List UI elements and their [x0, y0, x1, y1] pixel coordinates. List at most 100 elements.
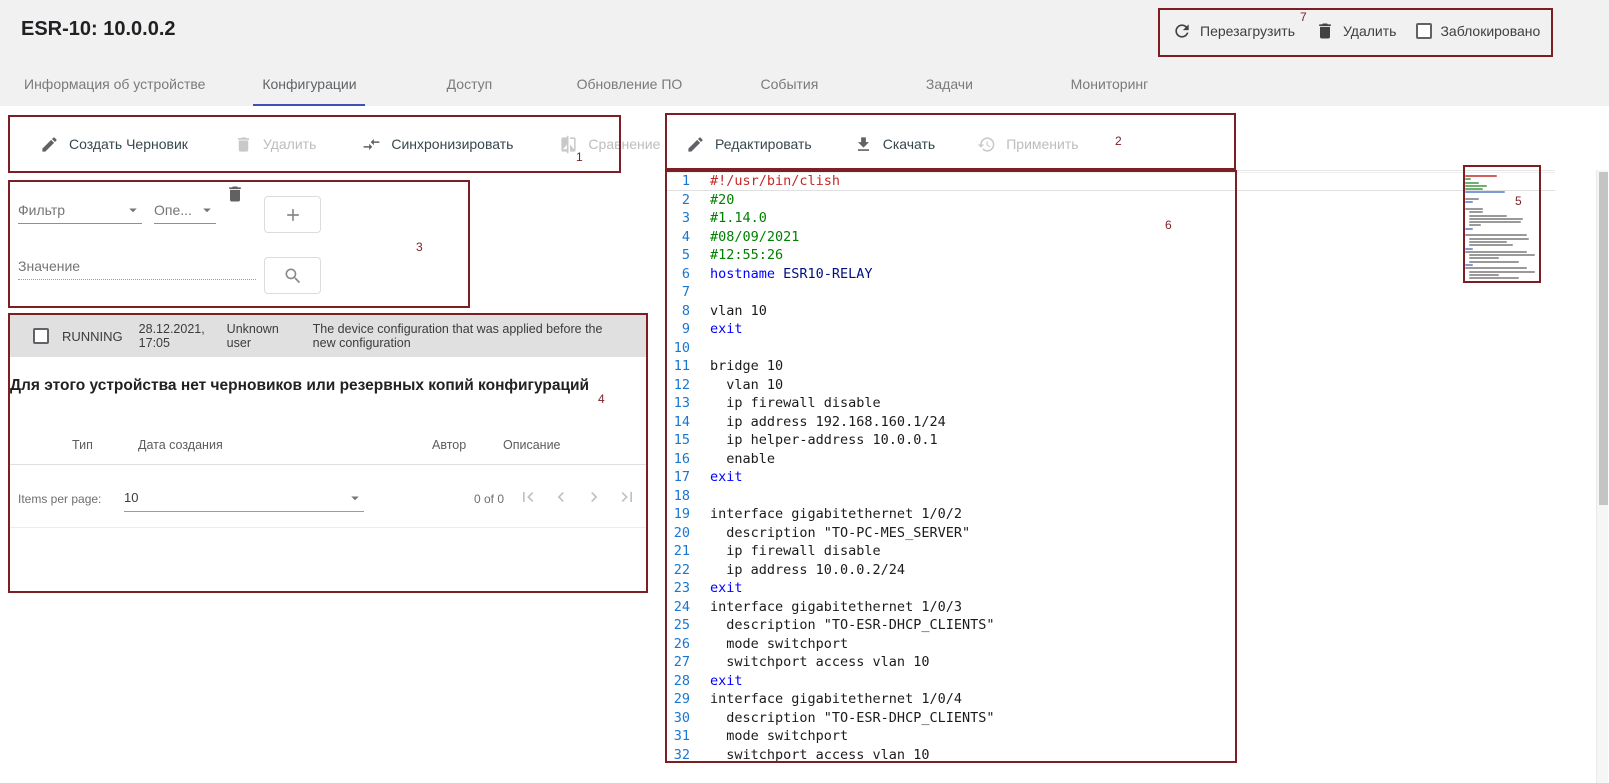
page-range-label: 0 of 0	[474, 492, 504, 506]
edit-config-label: Редактировать	[715, 136, 812, 152]
code-line-text: description "TO-ESR-DHCP_CLIENTS"	[710, 709, 994, 728]
minimap-line	[1469, 221, 1521, 223]
config-editor[interactable]: 1#!/usr/bin/clish2#203#1.14.04#08/09/202…	[666, 172, 1555, 783]
filter-field-label: Фильтр	[18, 202, 65, 218]
line-number: 22	[666, 561, 690, 580]
code-line-text: switchport access vlan 10	[710, 746, 929, 765]
code-line-text: enable	[710, 450, 775, 469]
clear-filter-button[interactable]	[224, 184, 246, 206]
column-header-type: Тип	[72, 438, 93, 452]
delete-config-button[interactable]: Удалить	[234, 135, 316, 154]
editor-scrollbar[interactable]	[1596, 170, 1608, 783]
line-number: 27	[666, 653, 690, 672]
row-checkbox[interactable]	[33, 328, 49, 344]
line-number: 31	[666, 727, 690, 746]
trash-icon	[234, 135, 253, 154]
filter-operator-select[interactable]: Опе...	[154, 196, 216, 224]
code-line: 2#20	[666, 191, 1555, 210]
code-line: 22 ip address 10.0.0.2/24	[666, 561, 1555, 580]
next-page-button[interactable]	[584, 487, 604, 507]
config-type: RUNNING	[62, 329, 123, 344]
line-number: 13	[666, 394, 690, 413]
previous-page-button[interactable]	[551, 487, 571, 507]
code-line: 5#12:55:26	[666, 246, 1555, 265]
code-line: 8vlan 10	[666, 302, 1555, 321]
search-icon	[283, 266, 303, 286]
first-page-button[interactable]	[518, 487, 538, 507]
code-line: 20 description "TO-PC-MES_SERVER"	[666, 524, 1555, 543]
tab-3[interactable]: Обновление ПО	[549, 61, 709, 106]
minimap-line	[1465, 201, 1473, 203]
code-line: 10	[666, 339, 1555, 358]
synchronize-label: Синхронизировать	[391, 136, 513, 152]
minimap-line	[1465, 248, 1473, 250]
reload-device-button[interactable]: Перезагрузить	[1172, 21, 1295, 41]
code-line-text: exit	[710, 579, 743, 598]
compare-button[interactable]: Сравнение	[559, 135, 660, 154]
download-config-button[interactable]: Скачать	[854, 135, 936, 154]
tab-2[interactable]: Доступ	[389, 61, 549, 106]
minimap-line	[1465, 208, 1483, 210]
chevron-down-icon	[124, 201, 142, 219]
table-header-divider	[8, 464, 648, 465]
code-line-text: interface gigabitethernet 1/0/2	[710, 505, 962, 524]
code-line-text: switchport access vlan 10	[710, 653, 929, 672]
minimap-line	[1469, 224, 1481, 226]
last-page-button[interactable]	[617, 487, 637, 507]
editor-toolbar-divider	[666, 170, 1555, 171]
blocked-checkbox[interactable]: Заблокировано	[1416, 23, 1540, 39]
pencil-icon	[686, 135, 705, 154]
download-icon	[854, 135, 873, 154]
scrollbar-thumb[interactable]	[1599, 172, 1608, 505]
code-line: 29interface gigabitethernet 1/0/4	[666, 690, 1555, 709]
running-config-row[interactable]: RUNNING 28.12.2021, 17:05 Unknown user T…	[10, 315, 648, 357]
minimap-line	[1469, 277, 1519, 279]
line-number: 11	[666, 357, 690, 376]
minimap-line	[1469, 215, 1507, 217]
compare-label: Сравнение	[588, 136, 660, 152]
search-button[interactable]	[264, 257, 321, 294]
download-config-label: Скачать	[883, 136, 936, 152]
tab-4[interactable]: События	[709, 61, 869, 106]
synchronize-button[interactable]: Синхронизировать	[362, 135, 513, 154]
tab-5[interactable]: Задачи	[869, 61, 1029, 106]
code-line-text: ip firewall disable	[710, 394, 881, 413]
create-draft-label: Создать Черновик	[69, 136, 188, 152]
code-line: 27 switchport access vlan 10	[666, 653, 1555, 672]
add-filter-button[interactable]	[264, 196, 321, 233]
minimap-line	[1469, 254, 1535, 256]
code-line-text: interface gigabitethernet 1/0/4	[710, 690, 962, 709]
code-line-text: ip address 192.168.160.1/24	[710, 413, 946, 432]
code-line-text: description "TO-PC-MES_SERVER"	[710, 524, 970, 543]
tab-6[interactable]: Мониторинг	[1029, 61, 1189, 106]
create-draft-button[interactable]: Создать Черновик	[40, 135, 188, 154]
refresh-icon	[1172, 21, 1192, 41]
line-number: 8	[666, 302, 690, 321]
edit-config-button[interactable]: Редактировать	[686, 135, 812, 154]
editor-toolbar: Редактировать Скачать Применить	[686, 124, 1079, 164]
first-page-icon	[518, 487, 538, 507]
code-line: 19interface gigabitethernet 1/0/2	[666, 505, 1555, 524]
chevron-right-icon	[584, 487, 604, 507]
tab-0[interactable]: Информация об устройстве	[0, 61, 229, 106]
code-line: 30 description "TO-ESR-DHCP_CLIENTS"	[666, 709, 1555, 728]
page-size-select[interactable]: 10	[124, 484, 364, 512]
line-number: 10	[666, 339, 690, 358]
delete-device-button[interactable]: Удалить	[1315, 21, 1396, 41]
filter-operator-label: Опе...	[154, 202, 192, 218]
code-line: 1#!/usr/bin/clish	[666, 172, 1555, 191]
sync-arrows-icon	[362, 135, 381, 154]
editor-minimap[interactable]	[1465, 175, 1539, 281]
line-number: 18	[666, 487, 690, 506]
minimap-line	[1469, 274, 1499, 276]
filter-value-input[interactable]	[18, 252, 256, 280]
line-number: 21	[666, 542, 690, 561]
apply-config-button[interactable]: Применить	[977, 135, 1078, 154]
code-line-text: #1.14.0	[710, 209, 767, 228]
code-line: 31 mode switchport	[666, 727, 1555, 746]
filter-field-select[interactable]: Фильтр	[18, 196, 142, 224]
tab-1[interactable]: Конфигурации	[229, 61, 389, 106]
minimap-line	[1465, 178, 1471, 180]
delete-config-label: Удалить	[263, 136, 316, 152]
minimap-line	[1465, 264, 1473, 266]
